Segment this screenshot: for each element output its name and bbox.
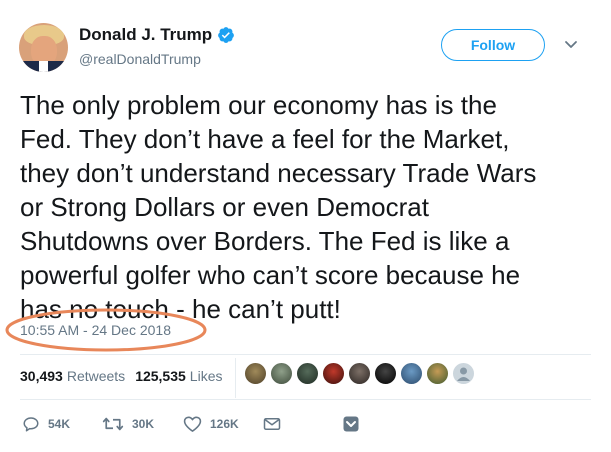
caret-down-box-icon xyxy=(343,416,359,432)
envelope-icon xyxy=(263,416,281,432)
like-count: 126K xyxy=(210,417,239,431)
like-action[interactable]: 126K xyxy=(183,412,239,436)
liker-avatar[interactable] xyxy=(322,362,345,385)
liker-avatar[interactable] xyxy=(296,362,319,385)
liker-avatar[interactable] xyxy=(348,362,371,385)
follow-button[interactable]: Follow xyxy=(441,29,545,61)
retweets-stat[interactable]: 30,493 Retweets xyxy=(20,368,125,384)
heart-icon xyxy=(183,415,202,433)
tweet-timestamp[interactable]: 10:55 AM - 24 Dec 2018 xyxy=(20,322,171,338)
tweet-header: Donald J. Trump @realDonaldTrump Follow xyxy=(0,0,611,80)
likes-count: 125,535 xyxy=(135,368,186,384)
likes-label: Likes xyxy=(189,368,223,384)
reply-icon xyxy=(22,415,40,433)
divider xyxy=(20,354,591,355)
liker-avatar[interactable] xyxy=(400,362,423,385)
more-actions-action[interactable] xyxy=(343,412,359,436)
liker-avatar[interactable] xyxy=(426,362,449,385)
liker-avatar[interactable] xyxy=(374,362,397,385)
liker-avatars xyxy=(244,362,478,386)
reply-action[interactable]: 54K xyxy=(22,412,70,436)
tweet-text: The only problem our economy has is the … xyxy=(20,90,537,324)
chevron-down-icon[interactable] xyxy=(562,38,580,52)
liker-avatar[interactable] xyxy=(452,362,475,385)
direct-message-action[interactable] xyxy=(263,412,281,436)
retweets-count: 30,493 xyxy=(20,368,63,384)
retweet-count: 30K xyxy=(132,417,155,431)
retweets-label: Retweets xyxy=(66,368,126,384)
author-display-name[interactable]: Donald J. Trump xyxy=(79,25,212,45)
liker-avatar[interactable] xyxy=(270,362,293,385)
author-name-row[interactable]: Donald J. Trump xyxy=(79,24,235,46)
reply-count: 54K xyxy=(48,417,71,431)
liker-avatar[interactable] xyxy=(244,362,267,385)
retweet-icon xyxy=(102,415,124,433)
divider xyxy=(20,399,591,400)
stats-separator xyxy=(235,358,236,398)
avatar[interactable] xyxy=(19,23,68,72)
verified-badge-icon xyxy=(217,26,235,44)
author-handle[interactable]: @realDonaldTrump xyxy=(79,51,201,67)
likes-stat[interactable]: 125,535 Likes xyxy=(135,368,222,384)
tweet-stats: 30,493 Retweets 125,535 Likes xyxy=(20,368,222,384)
retweet-action[interactable]: 30K xyxy=(102,412,154,436)
